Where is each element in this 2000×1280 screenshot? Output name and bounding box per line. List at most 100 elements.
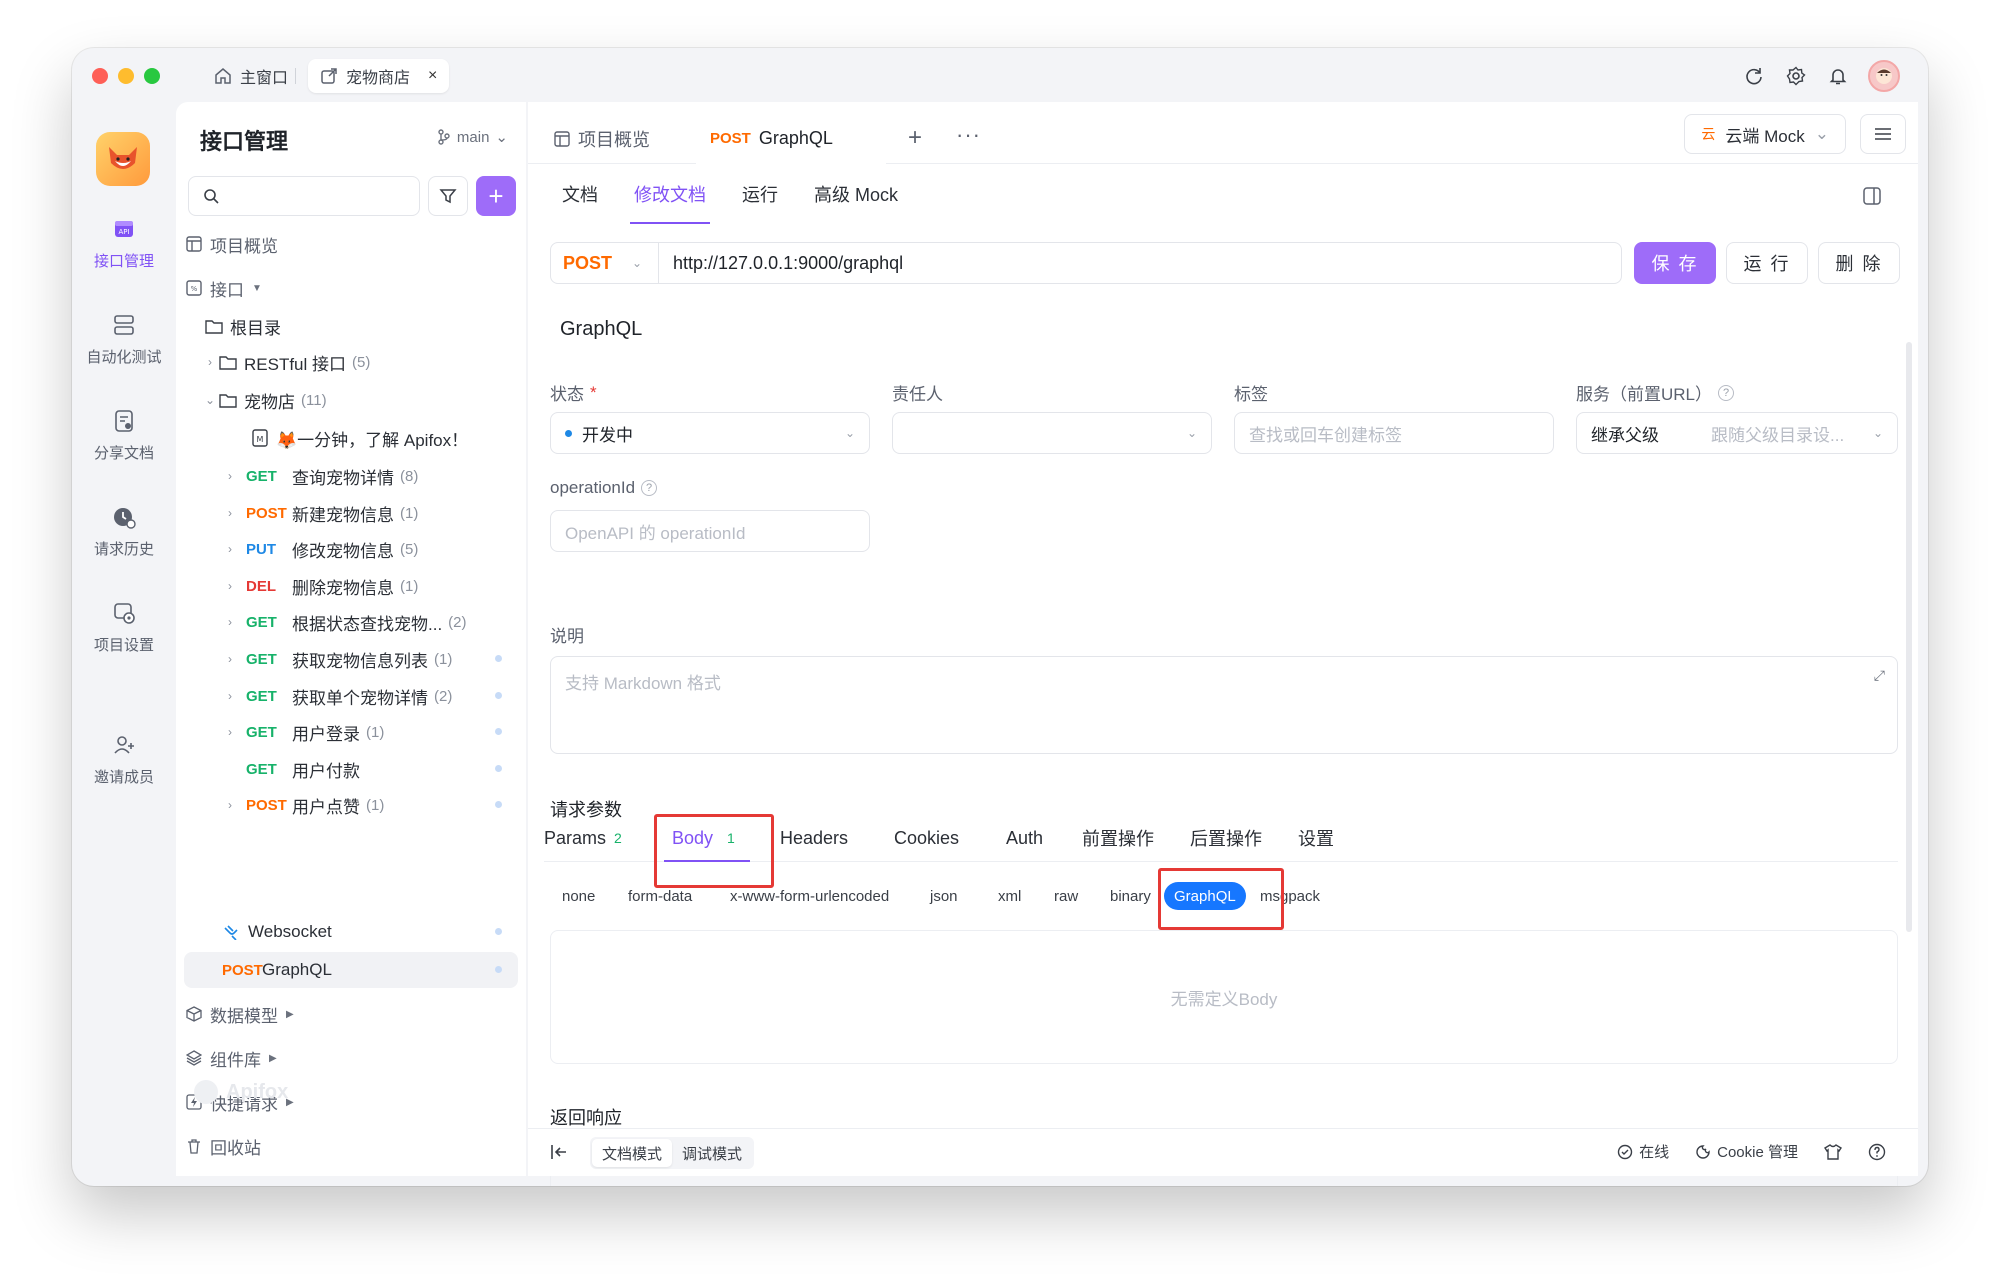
more-tabs-button[interactable]: ··· xyxy=(956,122,981,148)
endpoint-item[interactable]: › GET 根据状态查找宠物... (2) xyxy=(184,604,518,640)
toggle-panel-icon[interactable] xyxy=(1862,186,1882,211)
endpoint-item[interactable]: › GET 用户登录 (1) xyxy=(184,714,518,750)
close-window-button[interactable] xyxy=(92,68,108,84)
debug-mode-button[interactable]: 调试模式 xyxy=(672,1139,752,1167)
body-type-binary[interactable]: binary xyxy=(1110,878,1151,914)
gear-icon[interactable] xyxy=(1784,64,1808,88)
endpoint-item[interactable]: › GET 获取宠物信息列表 (1) xyxy=(184,641,518,677)
tree-group-data-model[interactable]: 数据模型 ▶ xyxy=(184,996,518,1032)
param-tab-settings[interactable]: 设置 xyxy=(1298,814,1334,862)
tab-project-overview-label: 项目概览 xyxy=(578,130,650,150)
tree-item-websocket[interactable]: Websocket xyxy=(184,914,518,950)
more-icon: ··· xyxy=(956,122,981,147)
scrollbar[interactable] xyxy=(1906,342,1912,932)
status-dot xyxy=(495,655,502,662)
refresh-icon[interactable] xyxy=(1742,64,1766,88)
endpoint-item[interactable]: › POST 新建宠物信息 (1) xyxy=(184,495,518,531)
api-name[interactable]: GraphQL xyxy=(560,318,642,341)
param-tab-headers[interactable]: Headers xyxy=(780,814,848,862)
endpoint-item[interactable]: › PUT 修改宠物信息 (5) xyxy=(184,531,518,567)
branch-selector[interactable]: main ⌄ xyxy=(437,128,508,146)
endpoint-item[interactable]: › POST 用户点赞 (1) xyxy=(184,787,518,823)
body-type-none[interactable]: none xyxy=(562,878,595,914)
tab-project-overview[interactable]: 项目概览 xyxy=(540,114,664,164)
minimize-window-button[interactable] xyxy=(118,68,134,84)
cookie-manager[interactable]: Cookie 管理 xyxy=(1695,1141,1798,1162)
rail-item-history[interactable]: 请求历史 xyxy=(72,504,176,559)
run-button[interactable]: 运 行 xyxy=(1726,242,1808,284)
param-tab-cookies[interactable]: Cookies xyxy=(894,814,959,862)
tree-group-api[interactable]: % 接口 ▼ xyxy=(184,270,518,306)
tree-folder-petstore[interactable]: ⌄ 宠物店 (11) xyxy=(184,382,518,418)
sidebar-search[interactable] xyxy=(188,176,420,216)
tree-group-components[interactable]: 组件库 ▶ xyxy=(184,1040,518,1076)
tab-graphql[interactable]: POST GraphQL xyxy=(696,114,886,164)
online-status[interactable]: 在线 xyxy=(1617,1141,1669,1162)
close-tab-icon[interactable]: × xyxy=(428,67,437,85)
menu-button[interactable] xyxy=(1860,114,1906,154)
body-type-json[interactable]: json xyxy=(930,878,958,914)
branch-label: main xyxy=(456,128,490,146)
rail-item-invite[interactable]: 邀请成员 xyxy=(72,732,176,787)
rail-item-automation[interactable]: 自动化测试 xyxy=(72,312,176,367)
rail-item-share[interactable]: 分享文档 xyxy=(72,408,176,463)
help-circle-icon[interactable] xyxy=(1868,1143,1886,1161)
tags-input[interactable]: 查找或回车创建标签 xyxy=(1234,412,1554,454)
window-tab-home[interactable]: 主窗口 xyxy=(202,59,300,93)
param-tab-post-actions[interactable]: 后置操作 xyxy=(1190,814,1262,862)
chevron-down-icon: ⌄ xyxy=(1186,426,1197,440)
subtab-doc[interactable]: 文档 xyxy=(544,164,616,224)
body-type-raw[interactable]: raw xyxy=(1054,878,1078,914)
tree-item-intro-doc[interactable]: M 🦊一分钟，了解 Apifox！ xyxy=(184,420,518,456)
doc-mode-button[interactable]: 文档模式 xyxy=(592,1139,673,1167)
user-avatar[interactable] xyxy=(1868,60,1900,92)
sidebar-title: 接口管理 xyxy=(200,129,289,154)
tree-item-root[interactable]: 根目录 xyxy=(184,308,518,344)
subtab-advanced-mock[interactable]: 高级 Mock xyxy=(796,164,916,224)
param-tab-auth[interactable]: Auth xyxy=(1006,814,1043,862)
operation-id-input[interactable]: OpenAPI 的 operationId xyxy=(550,510,870,552)
service-select[interactable]: 继承父级 跟随父级目录设... ⌄ xyxy=(1576,412,1898,454)
save-button[interactable]: 保 存 xyxy=(1634,242,1716,284)
help-icon[interactable]: ? xyxy=(1718,384,1735,401)
method-select[interactable]: POST ⌄ xyxy=(551,243,659,283)
tree-item-overview[interactable]: 项目概览 xyxy=(184,226,518,262)
new-tab-button[interactable]: + xyxy=(908,124,922,152)
apifox-watermark: Apifox xyxy=(192,1078,288,1106)
cloud-mock-selector[interactable]: 云 云端 Mock ⌄ xyxy=(1684,114,1846,154)
param-tab-params[interactable]: Params 2 xyxy=(544,814,622,862)
endpoint-count: (1) xyxy=(366,723,385,741)
add-button[interactable]: + xyxy=(476,176,516,216)
rail-item-settings[interactable]: 项目设置 xyxy=(72,600,176,655)
help-icon[interactable]: ? xyxy=(641,480,658,496)
description-textarea[interactable]: 支持 Markdown 格式 ⤢ xyxy=(550,656,1898,754)
tree-item-graphql[interactable]: POST GraphQL xyxy=(184,952,518,988)
endpoint-item[interactable]: › GET 查询宠物详情 (8) xyxy=(184,458,518,494)
collapse-sidebar-icon[interactable] xyxy=(550,1143,568,1166)
body-type-xml[interactable]: xml xyxy=(998,878,1021,914)
search-input[interactable] xyxy=(227,187,407,205)
subtab-edit-doc[interactable]: 修改文档 xyxy=(616,164,724,224)
status-select[interactable]: 开发中 ⌄ xyxy=(550,412,870,454)
rail-item-api[interactable]: API 接口管理 xyxy=(72,216,176,271)
tree-folder-restful[interactable]: › RESTful 接口 (5) xyxy=(184,344,518,380)
param-tab-pre-actions[interactable]: 前置操作 xyxy=(1082,814,1154,862)
chevron-right-icon: › xyxy=(228,652,232,666)
endpoint-item[interactable]: › GET 获取单个宠物详情 (2) xyxy=(184,678,518,714)
endpoint-item[interactable]: GET 用户付款 xyxy=(184,751,518,787)
url-input[interactable]: http://127.0.0.1:9000/graphql xyxy=(659,253,903,274)
maximize-window-button[interactable] xyxy=(144,68,160,84)
subtab-run[interactable]: 运行 xyxy=(724,164,796,224)
delete-button[interactable]: 删 除 xyxy=(1818,242,1900,284)
body-editor[interactable]: 无需定义Body xyxy=(550,930,1898,1064)
tree-group-recycle[interactable]: 回收站 xyxy=(184,1128,518,1164)
shirt-icon[interactable] xyxy=(1824,1143,1842,1160)
window-tab-project[interactable]: 宠物商店 × xyxy=(308,59,450,93)
owner-select[interactable]: ⌄ xyxy=(892,412,1212,454)
expand-icon[interactable]: ⤢ xyxy=(1874,667,1885,684)
filter-button[interactable] xyxy=(428,176,468,216)
endpoint-name: 查询宠物详情 xyxy=(292,468,394,488)
bell-icon[interactable] xyxy=(1826,64,1850,88)
endpoint-item[interactable]: › DEL 删除宠物信息 (1) xyxy=(184,568,518,604)
project-logo[interactable] xyxy=(96,132,150,186)
